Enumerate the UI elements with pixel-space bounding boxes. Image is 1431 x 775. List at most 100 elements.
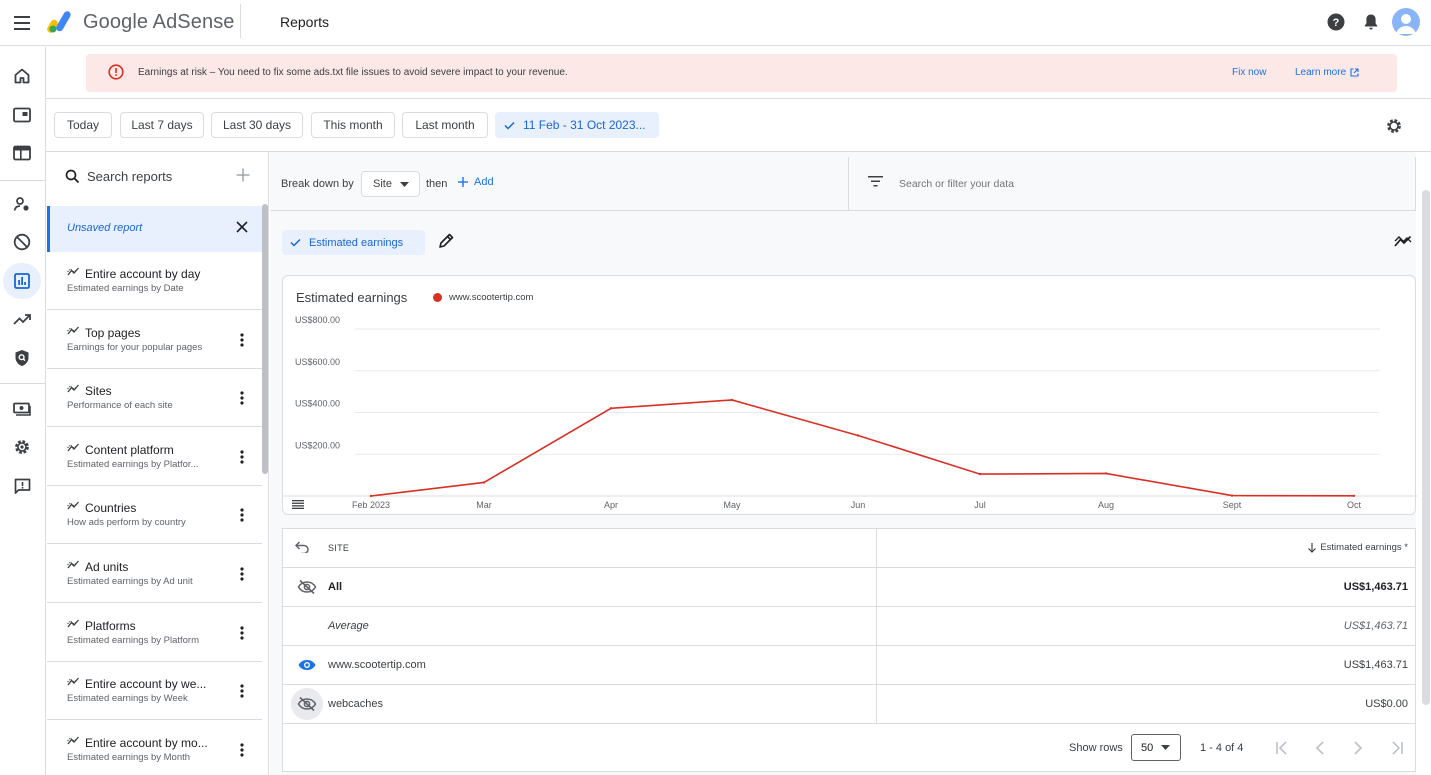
- x-tick-label: Jul: [974, 500, 986, 510]
- nav-account-settings[interactable]: [3, 429, 41, 465]
- help-button[interactable]: ?: [1323, 9, 1349, 35]
- report-item[interactable]: Platforms Estimated earnings by Platform: [47, 604, 262, 662]
- rows-per-page-select[interactable]: 50: [1131, 734, 1181, 761]
- chip-label: Today: [66, 118, 100, 132]
- report-more-button[interactable]: [235, 625, 249, 641]
- report-item[interactable]: Countries How ads perform by country: [47, 486, 262, 545]
- visibility-toggle[interactable]: [291, 688, 323, 720]
- last-page-button[interactable]: [1386, 737, 1408, 759]
- chip-label: Last 30 days: [222, 118, 292, 132]
- report-more-button[interactable]: [235, 683, 249, 699]
- date-chip-this-month[interactable]: This month: [311, 112, 395, 138]
- panel-scrollbar[interactable]: [262, 204, 268, 474]
- nav-home[interactable]: [3, 58, 41, 94]
- undo-button[interactable]: [295, 541, 309, 553]
- more-vert-icon: [240, 450, 244, 464]
- report-trend-icon: [67, 384, 80, 393]
- search-icon: [65, 169, 80, 184]
- learn-more-link[interactable]: Learn more: [1295, 67, 1359, 78]
- report-more-button[interactable]: [235, 507, 249, 523]
- check-icon: [290, 238, 301, 247]
- first-page-button[interactable]: [1271, 737, 1293, 759]
- main-menu-button[interactable]: [8, 8, 38, 38]
- date-chip-last-30-days[interactable]: Last 30 days: [211, 112, 303, 138]
- header-label: Estimated earnings *: [1320, 542, 1408, 553]
- nav-payments[interactable]: [3, 391, 41, 427]
- visibility-toggle[interactable]: [291, 571, 323, 603]
- notifications-button[interactable]: [1358, 9, 1384, 35]
- report-settings-button[interactable]: [1381, 113, 1407, 139]
- add-dimension-button[interactable]: Add: [458, 176, 494, 188]
- row-earnings: US$1,463.71: [1343, 620, 1408, 632]
- chevron-right-icon: [1354, 741, 1363, 755]
- report-subtitle: Estimated earnings by Month: [67, 751, 191, 763]
- error-icon: [108, 64, 124, 80]
- metric-chip-estimated-earnings[interactable]: Estimated earnings: [282, 230, 425, 255]
- report-more-button[interactable]: [235, 449, 249, 465]
- main-scrollbar[interactable]: [1422, 190, 1430, 705]
- nav-policy-center[interactable]: [3, 340, 41, 376]
- previous-page-button[interactable]: [1309, 737, 1331, 759]
- chart-menu-button[interactable]: [292, 500, 304, 509]
- account-avatar[interactable]: [1392, 8, 1420, 36]
- nav-optimization[interactable]: [3, 301, 41, 337]
- table-row: webcaches US$0.00: [283, 685, 1415, 724]
- divider: [848, 157, 849, 211]
- visibility-toggle[interactable]: [291, 649, 323, 681]
- report-item[interactable]: Ad units Estimated earnings by Ad unit: [47, 545, 262, 603]
- report-item[interactable]: Entire account by day Estimated earnings …: [47, 252, 262, 310]
- nav-privacy-messaging[interactable]: [3, 186, 41, 222]
- unsaved-report-item[interactable]: Unsaved report: [47, 206, 262, 252]
- close-unsaved-report-button[interactable]: [235, 220, 249, 234]
- report-item[interactable]: Top pages Earnings for your popular pages: [47, 311, 262, 369]
- report-trend-icon: [67, 267, 80, 276]
- pencil-icon: [439, 233, 454, 248]
- date-chip-last-month[interactable]: Last month: [402, 112, 488, 138]
- alert-message: Earnings at risk – You need to fix some …: [138, 67, 568, 78]
- date-chip-custom-range[interactable]: 11 Feb - 31 Oct 2023...: [495, 112, 659, 138]
- block-icon: [13, 233, 31, 251]
- report-more-button[interactable]: [235, 332, 249, 348]
- report-search: Search reports: [47, 152, 269, 204]
- edit-metrics-button[interactable]: [438, 233, 454, 249]
- earnings-at-risk-banner: Earnings at risk – You need to fix some …: [86, 54, 1397, 92]
- report-more-button[interactable]: [235, 566, 249, 582]
- report-item[interactable]: Content platform Estimated earnings by Pl…: [47, 428, 262, 486]
- nav-reports[interactable]: [3, 263, 41, 299]
- next-page-button[interactable]: [1347, 737, 1369, 759]
- nav-blocking-controls[interactable]: [3, 224, 41, 260]
- first-page-icon: [1276, 741, 1287, 755]
- row-site: www.scootertip.com: [328, 659, 426, 671]
- report-item[interactable]: Entire account by we... Estimated earning…: [47, 662, 262, 721]
- add-report-button[interactable]: [235, 167, 251, 183]
- breakdown-toolbar: Break down by Site then Add: [270, 157, 1416, 211]
- saved-reports-panel: Search reports Unsaved report Entire acc…: [47, 152, 269, 775]
- column-header-estimated-earnings[interactable]: Estimated earnings *: [1308, 542, 1408, 553]
- trend-line-icon: [1394, 235, 1412, 247]
- nav-ads[interactable]: [3, 97, 41, 133]
- column-divider: [876, 529, 877, 568]
- report-table: SITE Estimated earnings * All US$1,463.7…: [282, 528, 1416, 772]
- date-chip-today[interactable]: Today: [54, 112, 112, 138]
- date-chip-last-7-days[interactable]: Last 7 days: [120, 112, 204, 138]
- divider: [1415, 157, 1416, 211]
- data-point: [978, 472, 982, 476]
- chart-type-toggle[interactable]: [1394, 235, 1412, 247]
- y-tick-label: US$200.00: [295, 440, 340, 450]
- column-header-site[interactable]: SITE: [328, 543, 349, 553]
- nav-sites[interactable]: [3, 135, 41, 171]
- report-more-button[interactable]: [235, 390, 249, 406]
- filter-search-input[interactable]: [899, 174, 1299, 194]
- report-item[interactable]: Sites Performance of each site: [47, 369, 262, 428]
- data-point: [369, 494, 373, 498]
- show-rows-label: Show rows: [1069, 742, 1123, 754]
- row-earnings: US$1,463.71: [1343, 581, 1408, 593]
- report-item[interactable]: Entire account by mo... Estimated earning…: [47, 721, 262, 775]
- nav-feedback[interactable]: [3, 468, 41, 504]
- search-reports-input[interactable]: Search reports: [87, 169, 172, 184]
- table-row: Average US$1,463.71: [283, 607, 1415, 646]
- report-more-button[interactable]: [235, 742, 249, 758]
- fix-now-link[interactable]: Fix now: [1232, 67, 1266, 78]
- report-main-area: Break down by Site then Add Estimated ea…: [270, 152, 1417, 775]
- breakdown-dimension-select[interactable]: Site: [361, 171, 420, 197]
